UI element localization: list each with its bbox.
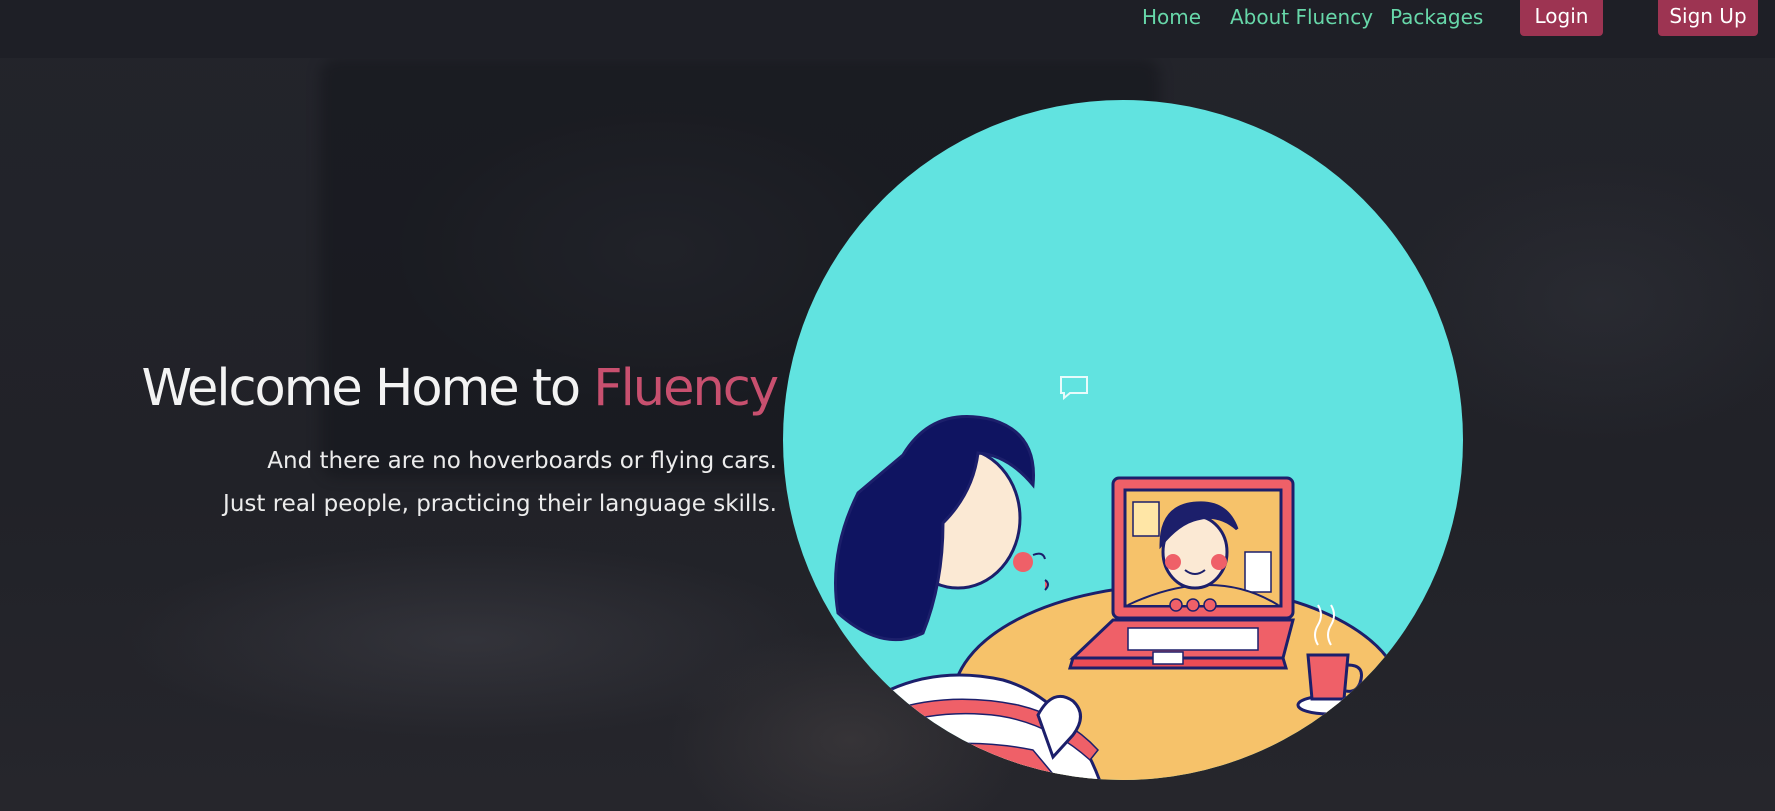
- login-button[interactable]: Login: [1520, 0, 1603, 36]
- signup-button[interactable]: Sign Up: [1658, 0, 1758, 36]
- chat-bubble-icon: [1060, 376, 1088, 401]
- hero-subtitle-line-2: Just real people, practicing their langu…: [223, 491, 777, 517]
- nav-home-link[interactable]: Home: [1142, 4, 1201, 30]
- hero-title-accent: Fluency: [593, 359, 779, 418]
- nav-packages-link[interactable]: Packages: [1390, 4, 1483, 30]
- hero-subtitle-line-1: And there are no hoverboards or flying c…: [267, 448, 777, 474]
- hero-title-prefix: Welcome Home to: [141, 359, 594, 418]
- nav-about-fluency-link[interactable]: About Fluency: [1230, 4, 1373, 30]
- hero-illustration: [783, 100, 1463, 780]
- top-navbar: Home About Fluency Packages Login Sign U…: [0, 0, 1775, 58]
- hero-title: Welcome Home to Fluency: [0, 359, 779, 419]
